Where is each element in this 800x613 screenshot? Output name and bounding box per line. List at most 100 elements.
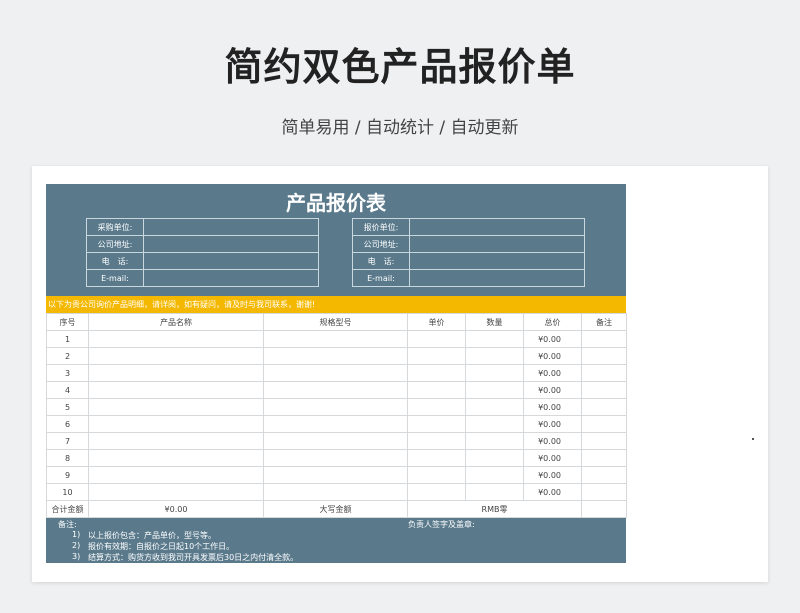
remark-cell[interactable] (581, 398, 627, 416)
quote-sheet-card: 产品报价表 采购单位: 公司地址: 电 话: E-mail: 报价单位: 公司地… (32, 166, 768, 582)
total-cell: ¥0.00 (523, 364, 582, 382)
remark-cell[interactable] (581, 415, 627, 433)
remark-cell[interactable] (581, 381, 627, 399)
spec-cell[interactable] (263, 364, 408, 382)
seller-address-field[interactable] (409, 235, 585, 253)
unit-price-cell[interactable] (407, 398, 466, 416)
quantity-cell[interactable] (465, 381, 524, 399)
total-cell: ¥0.00 (523, 330, 582, 348)
note-text: 以上报价包含：产品单价，型号等。 (88, 531, 216, 540)
spec-cell[interactable] (263, 483, 408, 501)
remark-cell[interactable] (581, 347, 627, 365)
quantity-cell[interactable] (465, 415, 524, 433)
total-cell: ¥0.00 (523, 449, 582, 467)
row-number: 10 (46, 483, 89, 501)
note-text: 报价有效期：自报价之日起10个工作日。 (88, 542, 235, 551)
spec-cell[interactable] (263, 449, 408, 467)
product-name-cell[interactable] (88, 415, 264, 433)
remark-cell[interactable] (581, 330, 627, 348)
quote-sheet: 产品报价表 采购单位: 公司地址: 电 话: E-mail: 报价单位: 公司地… (46, 184, 627, 563)
buyer-address-label: 公司地址: (86, 235, 144, 253)
row-number: 3 (46, 364, 89, 382)
quantity-cell[interactable] (465, 364, 524, 382)
unit-price-cell[interactable] (407, 415, 466, 433)
buyer-company-field[interactable] (143, 218, 319, 236)
product-name-cell[interactable] (88, 364, 264, 382)
table-row: 5 ¥0.00 (46, 398, 627, 416)
items-table: 序号 产品名称 规格型号 单价 数量 总价 备注 1 ¥0.00 2 ¥0.00… (46, 313, 627, 518)
page-subtitle: 简单易用 / 自动统计 / 自动更新 (281, 118, 519, 138)
unit-price-cell[interactable] (407, 364, 466, 382)
table-row: 7 ¥0.00 (46, 432, 627, 450)
quantity-cell[interactable] (465, 483, 524, 501)
product-name-cell[interactable] (88, 347, 264, 365)
spec-cell[interactable] (263, 415, 408, 433)
quantity-cell[interactable] (465, 398, 524, 416)
product-name-cell[interactable] (88, 398, 264, 416)
buyer-info-grid: 采购单位: 公司地址: 电 话: E-mail: (86, 218, 319, 287)
buyer-phone-label: 电 话: (86, 252, 144, 270)
row-number: 1 (46, 330, 89, 348)
total-cell: ¥0.00 (523, 347, 582, 365)
total-cell: ¥0.00 (523, 381, 582, 399)
row-number: 5 (46, 398, 89, 416)
spec-cell[interactable] (263, 432, 408, 450)
quantity-cell[interactable] (465, 466, 524, 484)
spec-cell[interactable] (263, 466, 408, 484)
product-name-cell[interactable] (88, 432, 264, 450)
quantity-cell[interactable] (465, 449, 524, 467)
seller-company-field[interactable] (409, 218, 585, 236)
uppercase-amount-value: RMB零 (407, 500, 582, 518)
seller-info-grid: 报价单位: 公司地址: 电 话: E-mail: (352, 218, 585, 287)
table-row: 4 ¥0.00 (46, 381, 627, 399)
spec-cell[interactable] (263, 330, 408, 348)
seller-email-field[interactable] (409, 269, 585, 287)
note-number: 2) (72, 541, 81, 550)
unit-price-cell[interactable] (407, 330, 466, 348)
spec-cell[interactable] (263, 347, 408, 365)
row-number: 7 (46, 432, 89, 450)
notice-bar: 以下为贵公司询价产品明细，请详阅，如有疑问，请及时与我司联系，谢谢! (46, 296, 626, 313)
column-header: 序号 (46, 313, 89, 331)
unit-price-cell[interactable] (407, 449, 466, 467)
unit-price-cell[interactable] (407, 347, 466, 365)
buyer-email-field[interactable] (143, 269, 319, 287)
total-cell: ¥0.00 (523, 466, 582, 484)
summary-row: 合计金额 ¥0.00 大写金额 RMB零 (46, 500, 627, 518)
row-number: 8 (46, 449, 89, 467)
row-number: 2 (46, 347, 89, 365)
unit-price-cell[interactable] (407, 381, 466, 399)
quantity-cell[interactable] (465, 347, 524, 365)
remark-cell[interactable] (581, 364, 627, 382)
unit-price-cell[interactable] (407, 432, 466, 450)
product-name-cell[interactable] (88, 483, 264, 501)
buyer-address-field[interactable] (143, 235, 319, 253)
unit-price-cell[interactable] (407, 483, 466, 501)
product-name-cell[interactable] (88, 466, 264, 484)
remark-cell[interactable] (581, 449, 627, 467)
buyer-company-label: 采购单位: (86, 218, 144, 236)
table-row: 8 ¥0.00 (46, 449, 627, 467)
product-name-cell[interactable] (88, 330, 264, 348)
buyer-phone-field[interactable] (143, 252, 319, 270)
seller-phone-field[interactable] (409, 252, 585, 270)
remark-cell[interactable] (581, 483, 627, 501)
unit-price-cell[interactable] (407, 466, 466, 484)
total-amount-label: 合计金额 (46, 500, 89, 518)
remark-cell[interactable] (581, 466, 627, 484)
remark-label: 备注: (58, 520, 77, 529)
total-cell: ¥0.00 (523, 483, 582, 501)
remark-cell[interactable] (581, 432, 627, 450)
product-name-cell[interactable] (88, 449, 264, 467)
column-header: 单价 (407, 313, 466, 331)
product-name-cell[interactable] (88, 381, 264, 399)
column-header: 数量 (465, 313, 524, 331)
spec-cell[interactable] (263, 398, 408, 416)
seller-phone-label: 电 话: (352, 252, 410, 270)
note-number: 1) (72, 530, 81, 539)
spec-cell[interactable] (263, 381, 408, 399)
quantity-cell[interactable] (465, 330, 524, 348)
table-row: 2 ¥0.00 (46, 347, 627, 365)
table-header-row: 序号 产品名称 规格型号 单价 数量 总价 备注 (46, 313, 627, 331)
quantity-cell[interactable] (465, 432, 524, 450)
